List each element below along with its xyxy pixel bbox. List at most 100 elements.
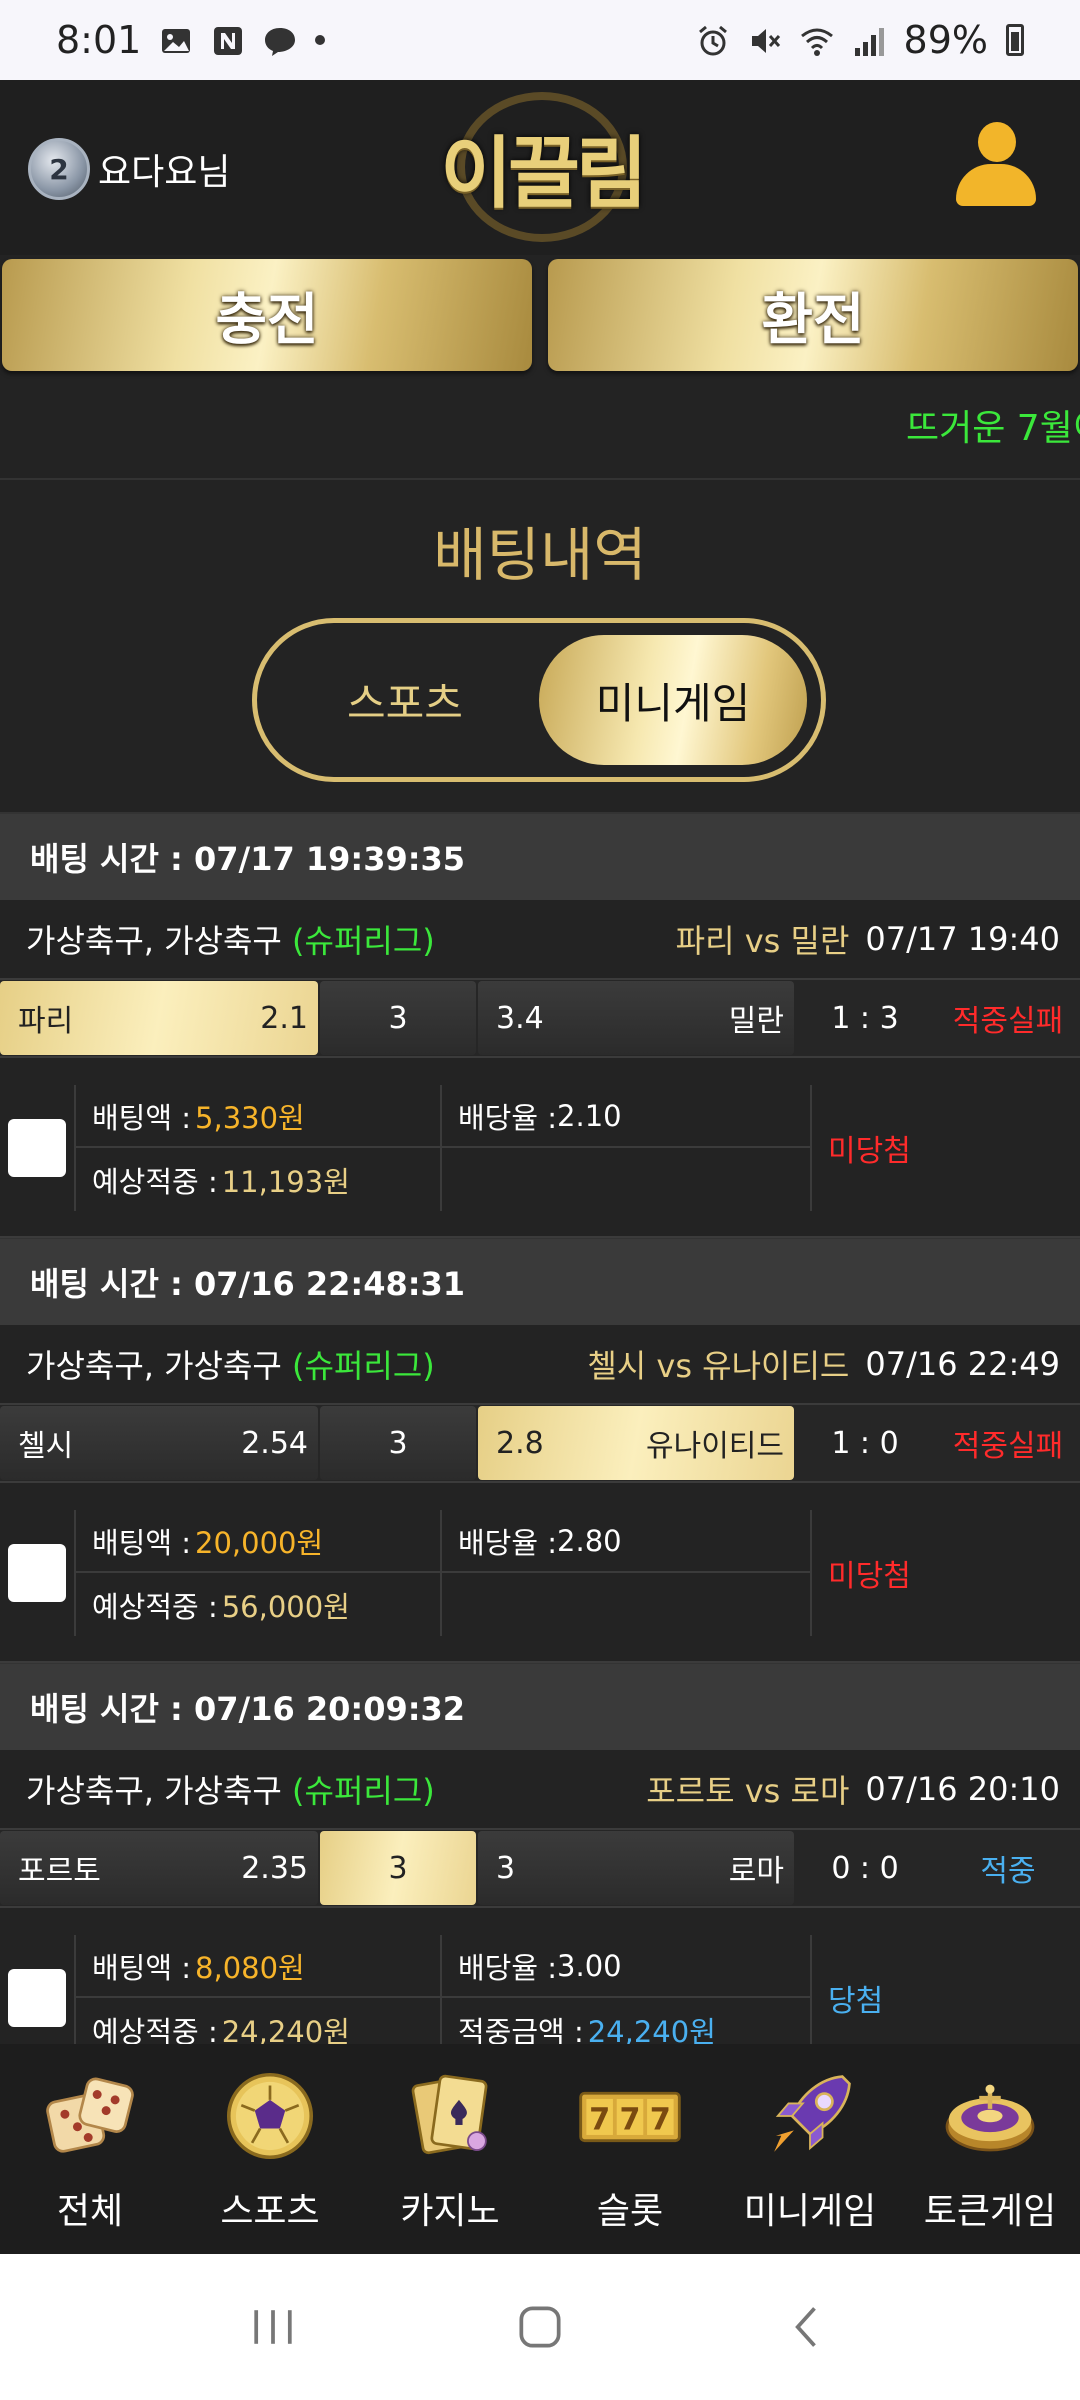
- odd-home[interactable]: 포르토 2.35: [0, 1831, 318, 1905]
- match-time: 07/16 20:10: [865, 1770, 1060, 1808]
- user-info[interactable]: 2 요다요님: [28, 138, 230, 200]
- rank-badge-icon: 2: [28, 138, 90, 200]
- league-name: 가상축구, 가상축구: [26, 922, 282, 960]
- recent-apps-button[interactable]: [233, 2287, 313, 2367]
- match-time: 07/16 22:49: [865, 1345, 1060, 1383]
- odd-home[interactable]: 첼시 2.54: [0, 1406, 318, 1480]
- nav-slot[interactable]: 7 7 7 슬롯: [545, 2058, 715, 2234]
- bet-amount-label: 배팅액 :: [92, 1950, 192, 1985]
- league-info: 가상축구, 가상축구 (슈퍼리그): [26, 1766, 435, 1812]
- odds-row: 첼시 2.54 3 2.8 유나이티드 1 : 0 적중실패: [0, 1403, 1080, 1483]
- bet-amount-label: 배팅액 :: [92, 1525, 192, 1560]
- home-team: 첼시: [18, 1429, 74, 1464]
- wifi-icon: [800, 23, 834, 57]
- bet-rate-label: 배당율 :: [458, 1950, 558, 1985]
- nav-label: 전체: [56, 2191, 124, 2232]
- notice-ticker: 뜨거운 7월이: [0, 385, 1080, 480]
- bet-expected: 예상적중 :11,193원: [76, 1148, 442, 1211]
- nav-casino[interactable]: 카지노: [365, 2058, 535, 2234]
- bet-detail-grid: 배팅액 :20,000원 배당율 :2.80 예상적중 :56,000원: [74, 1510, 812, 1636]
- bet-rate-value: 2.10: [557, 1098, 622, 1133]
- odd-draw[interactable]: 3: [320, 1831, 476, 1905]
- away-odd: 2.8: [496, 1425, 544, 1461]
- action-row: 충전 환전: [0, 255, 1080, 385]
- bet-rate-label: 배당율 :: [458, 1100, 558, 1135]
- profile-icon[interactable]: [956, 122, 1036, 208]
- bet-status: 미당첨: [828, 1559, 911, 1594]
- bet-detail-row: 배팅액 :5,330원 배당율 :2.10 예상적중 :11,193원 미당첨: [0, 1058, 1080, 1238]
- svg-text:7: 7: [619, 2102, 640, 2137]
- status-left: 8:01: [56, 18, 326, 62]
- back-icon: [794, 2307, 816, 2347]
- battery-icon: [1006, 24, 1024, 56]
- bet-amount-label: 배팅액 :: [92, 1100, 192, 1135]
- bet-checkbox[interactable]: [8, 1544, 66, 1602]
- match-score: 0 : 0: [796, 1831, 934, 1905]
- status-right: 89%: [696, 18, 1024, 62]
- nav-label: 슬롯: [596, 2191, 664, 2232]
- odd-draw[interactable]: 3: [320, 981, 476, 1055]
- bet-expected-label: 예상적중 :: [92, 1589, 218, 1624]
- bet-status: 미당첨: [828, 1134, 911, 1169]
- bet-league-row: 가상축구, 가상축구 (슈퍼리그) 포르토 vs 로마 07/16 20:10: [0, 1750, 1080, 1828]
- bet-win-amount: [442, 1573, 812, 1636]
- bet-card: 배팅 시간 : 07/16 20:09:32 가상축구, 가상축구 (슈퍼리그)…: [0, 1662, 1080, 2044]
- bet-checkbox[interactable]: [8, 1119, 66, 1177]
- odd-away[interactable]: 3.4 밀란: [478, 981, 794, 1055]
- match-score: 1 : 0: [796, 1406, 934, 1480]
- notification-dot-icon: [315, 35, 326, 45]
- tab-sports[interactable]: 스포츠: [271, 635, 539, 765]
- match-info: 포르토 vs 로마 07/16 20:10: [646, 1766, 1060, 1812]
- league-tag: (슈퍼리그): [292, 1347, 435, 1385]
- user-name: 요다요님: [98, 152, 231, 193]
- match-info: 첼시 vs 유나이티드 07/16 22:49: [587, 1341, 1060, 1387]
- odds-row: 파리 2.1 3 3.4 밀란 1 : 3 적중실패: [0, 978, 1080, 1058]
- nav-all[interactable]: 전체: [5, 2058, 175, 2234]
- profile-body: [956, 164, 1036, 206]
- nav-sports[interactable]: 스포츠: [185, 2058, 355, 2234]
- app-header: 2 요다요님 이끌림: [0, 80, 1080, 255]
- n-app-icon: [211, 23, 245, 57]
- away-odd: 3: [496, 1850, 516, 1886]
- bet-card: 배팅 시간 : 07/16 22:48:31 가상축구, 가상축구 (슈퍼리그)…: [0, 1237, 1080, 1663]
- home-odd: 2.1: [260, 1000, 308, 1036]
- alarm-icon: [696, 23, 730, 57]
- brand-logo[interactable]: 이끌림: [432, 92, 652, 242]
- league-name: 가상축구, 가상축구: [26, 1772, 282, 1810]
- bet-win-amount: [442, 1148, 812, 1211]
- gallery-icon: [159, 23, 193, 57]
- page-title: 배팅내역: [433, 521, 647, 589]
- bet-expected: 예상적중 :56,000원: [76, 1573, 442, 1636]
- nav-minigame[interactable]: 미니게임: [725, 2058, 895, 2234]
- exchange-button[interactable]: 환전: [548, 259, 1078, 371]
- odd-home[interactable]: 파리 2.1: [0, 981, 318, 1055]
- odd-away[interactable]: 3 로마: [478, 1831, 794, 1905]
- home-icon: [519, 2306, 561, 2348]
- dice-icon: [32, 2058, 148, 2174]
- match-teams: 첼시 vs 유나이티드: [587, 1347, 850, 1385]
- bet-win-amount: 적중금액 :24,240원: [442, 1998, 812, 2044]
- match-result: 적중실패: [952, 1004, 1064, 1039]
- nav-label: 카지노: [400, 2191, 500, 2232]
- odd-away[interactable]: 2.8 유나이티드: [478, 1406, 794, 1480]
- match-result: 적중: [980, 1854, 1036, 1889]
- back-button[interactable]: [767, 2287, 847, 2367]
- profile-head: [978, 122, 1016, 162]
- bet-amount-value: 20,000원: [195, 1525, 324, 1560]
- bet-detail-row: 배팅액 :8,080원 배당율 :3.00 예상적중 :24,240원 적중금액…: [0, 1908, 1080, 2044]
- rocket-icon: [752, 2058, 868, 2174]
- tab-minigame[interactable]: 미니게임: [539, 635, 807, 765]
- home-button[interactable]: [500, 2287, 580, 2367]
- divider: [0, 1661, 1080, 1663]
- odd-draw[interactable]: 3: [320, 1406, 476, 1480]
- bet-checkbox[interactable]: [8, 1969, 66, 2027]
- bet-time: 배팅 시간 : 07/16 20:09:32: [0, 1664, 1080, 1750]
- match-result: 적중실패: [952, 1429, 1064, 1464]
- bet-rate: 배당율 :3.00: [442, 1935, 812, 1998]
- charge-button[interactable]: 충전: [2, 259, 532, 371]
- logo-text: 이끌림: [440, 129, 647, 219]
- bet-expected-value: 11,193원: [221, 1164, 350, 1199]
- bet-history-list[interactable]: 배팅 시간 : 07/17 19:39:35 가상축구, 가상축구 (슈퍼리그)…: [0, 812, 1080, 2044]
- svg-text:7: 7: [650, 2102, 671, 2137]
- nav-token-game[interactable]: 토큰게임: [905, 2058, 1075, 2234]
